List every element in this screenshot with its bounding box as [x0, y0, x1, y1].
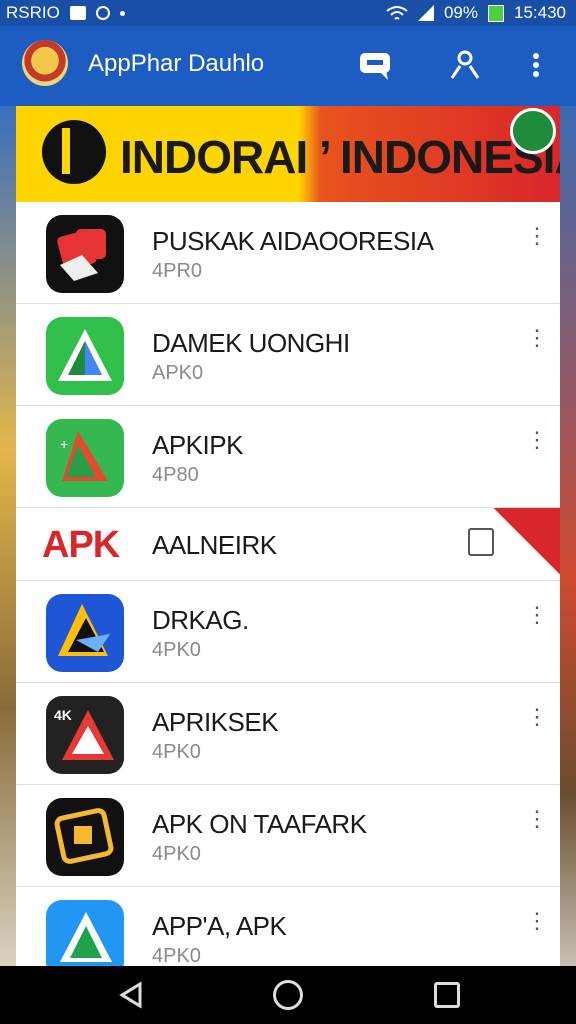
more-options-icon[interactable]: ⋮: [526, 807, 548, 831]
list-item[interactable]: + APKIPK 4P80 ⋮: [16, 406, 560, 508]
svg-text:+: +: [60, 436, 68, 452]
status-bar: RSRIO 09% 15:430: [0, 0, 576, 26]
app-subtitle: 4PK0: [152, 945, 201, 966]
app-name: APP'A, APK: [152, 911, 287, 941]
blue-triangle-icon: [46, 900, 124, 966]
app-subtitle: APK0: [152, 362, 204, 384]
sync-icon: [95, 6, 110, 20]
app-subtitle: 4PK0: [152, 843, 201, 865]
clock: 15:430: [514, 3, 566, 22]
recent-apps-icon[interactable]: [434, 982, 460, 1008]
signal-icon: [417, 5, 434, 21]
app-list: PUSKAK AIDAOORESIA 4PR0 ⋮ DAMEK UONGHI A…: [16, 202, 560, 966]
green-triangle-icon: [46, 317, 124, 395]
carrier-label: RSRIO: [6, 3, 60, 22]
mail-icon: [69, 6, 86, 20]
banner-badge-icon: [42, 120, 106, 184]
list-item[interactable]: APP'A, APK 4PK0 ⋮: [16, 887, 560, 966]
app-name: PUSKAK AIDAOORESIA: [152, 226, 434, 256]
app-subtitle: 4PK0: [152, 741, 201, 763]
home-icon[interactable]: [273, 980, 303, 1010]
dark-triangle-icon: 4K: [46, 696, 124, 774]
list-item[interactable]: 4K APRIKSEK 4PK0 ⋮: [16, 683, 560, 785]
ad-name: AALNEIRK: [152, 530, 277, 560]
blue-arrow-icon: [46, 594, 124, 672]
list-item[interactable]: DAMEK UONGHI APK0 ⋮: [16, 304, 560, 406]
promo-banner[interactable]: INDORAI ’ INDONESIA: [16, 106, 560, 202]
banner-text: INDORAI ’ INDONESIA: [120, 131, 560, 183]
green-triangle-icon: +: [46, 419, 124, 497]
list-item[interactable]: APK ON TAAFARK 4PK0 ⋮: [16, 785, 560, 887]
app-name: APRIKSEK: [152, 707, 279, 737]
apk-logo: APK: [42, 524, 120, 566]
background-edge-right: [560, 106, 576, 966]
red-tiles-icon: [46, 215, 124, 293]
battery-percent: 09%: [443, 3, 478, 22]
sponsored-item[interactable]: APK AALNEIRK: [16, 508, 560, 581]
seal-icon: [510, 108, 556, 154]
more-options-icon[interactable]: ⋮: [526, 326, 548, 350]
app-subtitle: 4PR0: [152, 260, 203, 282]
more-options-icon[interactable]: ⋮: [526, 705, 548, 729]
app-name: APK ON TAAFARK: [152, 809, 367, 839]
notification-dot-icon: [119, 10, 125, 16]
battery-icon: [488, 4, 504, 22]
ad-ribbon: [486, 508, 560, 580]
chip-icon: [46, 798, 124, 876]
app-name: DRKAG.: [152, 605, 249, 635]
wifi-icon: [386, 6, 408, 20]
app-subtitle: 4P80: [152, 464, 199, 486]
app-logo: [22, 40, 68, 86]
app-name: DAMEK UONGHI: [152, 328, 350, 358]
list-item[interactable]: PUSKAK AIDAOORESIA 4PR0 ⋮: [16, 202, 560, 304]
more-options-icon[interactable]: ⋮: [526, 603, 548, 627]
app-title: AppPhar Dauhlo: [88, 50, 265, 77]
overflow-menu-icon[interactable]: [526, 48, 546, 82]
back-icon[interactable]: [116, 980, 146, 1010]
svg-text:4K: 4K: [54, 707, 72, 723]
chat-icon[interactable]: [358, 48, 392, 82]
list-item[interactable]: DRKAG. 4PK0 ⋮: [16, 581, 560, 683]
app-bar: AppPhar Dauhlo: [0, 26, 576, 106]
people-icon[interactable]: [448, 48, 482, 82]
more-options-icon[interactable]: ⋮: [526, 909, 548, 933]
more-options-icon[interactable]: ⋮: [526, 224, 548, 248]
app-subtitle: 4PK0: [152, 639, 201, 661]
navigation-bar: [0, 966, 576, 1024]
app-name: APKIPK: [152, 430, 243, 460]
more-options-icon[interactable]: ⋮: [526, 428, 548, 452]
